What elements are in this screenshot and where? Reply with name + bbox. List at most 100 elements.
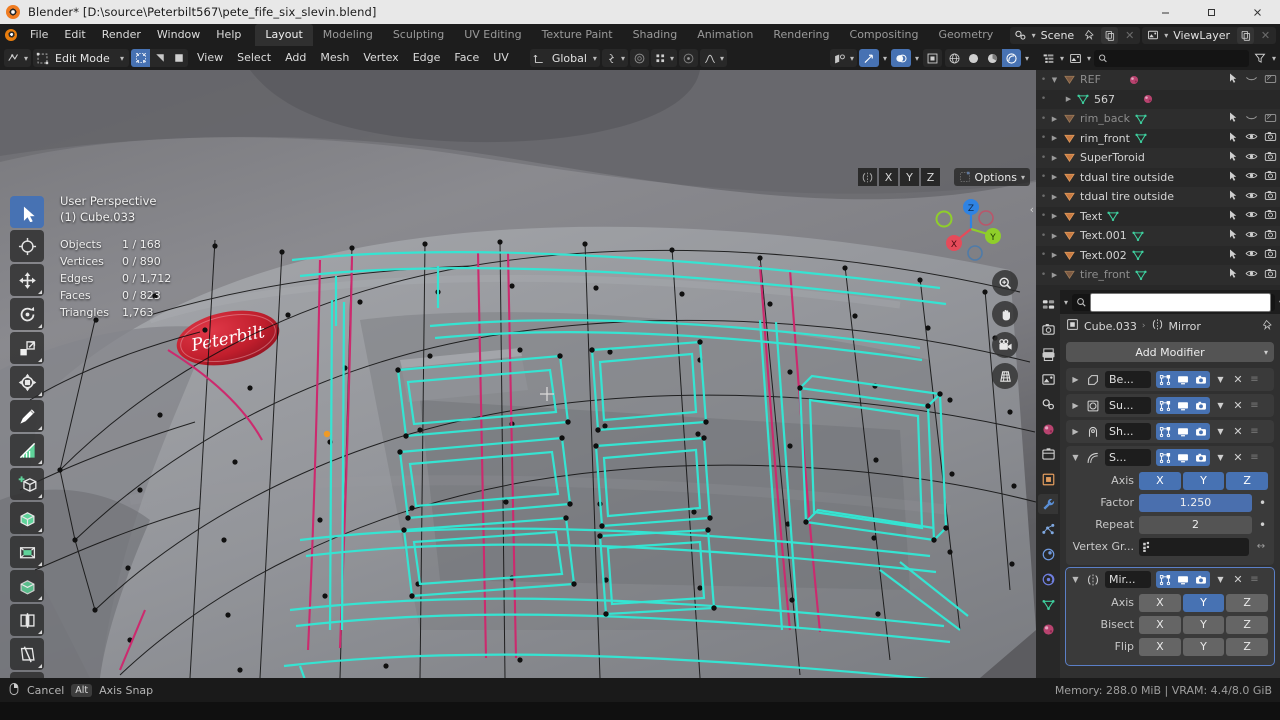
modifier-name-field[interactable]: Mir...: [1105, 571, 1151, 588]
particles-properties-icon[interactable]: [1038, 519, 1058, 539]
workspace-tab-modeling[interactable]: Modeling: [313, 24, 383, 46]
breadcrumb-object-name[interactable]: Cube.033: [1084, 320, 1137, 333]
modifier-drag-handle[interactable]: ≡: [1248, 426, 1261, 437]
hide-in-viewport-icon[interactable]: [1245, 130, 1258, 146]
tweak-tool[interactable]: [10, 196, 44, 228]
workspace-tab-layout[interactable]: Layout: [255, 24, 313, 46]
pivot-point-selector[interactable]: [678, 49, 698, 67]
hide-in-viewport-icon[interactable]: [1245, 111, 1258, 127]
modifier-drag-handle[interactable]: ≡: [1248, 400, 1261, 411]
disable-in-render-icon[interactable]: [1264, 228, 1277, 244]
selectable-toggle-icon[interactable]: [1227, 150, 1239, 165]
hide-in-viewport-icon[interactable]: [1245, 208, 1258, 224]
show-in-viewport-toggle[interactable]: [1174, 449, 1192, 466]
axis-axis-x-button[interactable]: X: [1139, 593, 1181, 612]
wireframe-shading-button[interactable]: [945, 49, 964, 67]
flip-axis-y-button[interactable]: Y: [1182, 637, 1225, 656]
material-badge-icon[interactable]: [1137, 93, 1159, 105]
outliner-tree[interactable]: • ▼ REF • ▶ 567 • ▶ rim_back • ▶ rim_front • ▶ SuperTo…: [1036, 70, 1280, 290]
invert-vertex-group-icon[interactable]: ↔: [1254, 541, 1268, 552]
outliner-search-input[interactable]: [1111, 52, 1245, 64]
mesh-data-icon[interactable]: [1127, 229, 1149, 243]
workspace-tab-sculpting[interactable]: Sculpting: [383, 24, 454, 46]
outliner-item-name[interactable]: REF: [1077, 73, 1101, 86]
scene-properties-icon[interactable]: [1038, 394, 1058, 414]
disable-in-render-icon[interactable]: [1264, 247, 1277, 263]
outliner-expand-arrow[interactable]: ▶: [1048, 134, 1061, 142]
proportional-edit-toggle[interactable]: [629, 49, 649, 67]
flip-axis-x-button[interactable]: X: [1139, 637, 1181, 656]
outliner-row[interactable]: • ▶ tdual tire outside: [1036, 168, 1280, 188]
overlays-toggle[interactable]: [890, 49, 911, 67]
material-properties-icon[interactable]: [1038, 619, 1058, 639]
viewport-menu-face[interactable]: Face: [447, 49, 486, 67]
poly-build-tool[interactable]: [10, 672, 44, 678]
modifier-extras-menu-icon[interactable]: ▼: [1213, 375, 1228, 384]
modifier-extras-menu-icon[interactable]: ▼: [1213, 401, 1228, 410]
viewport-menu-uv[interactable]: UV: [486, 49, 516, 67]
workspace-tab-texture-paint[interactable]: Texture Paint: [532, 24, 623, 46]
outliner-expand-arrow[interactable]: ▼: [1048, 76, 1061, 84]
snap-axis-z[interactable]: Z: [921, 168, 940, 186]
properties-search-box[interactable]: [1072, 292, 1276, 312]
viewport-menu-edge[interactable]: Edge: [406, 49, 448, 67]
remove-modifier-icon[interactable]: ✕: [1231, 399, 1245, 412]
mesh-data-icon[interactable]: [1102, 209, 1124, 223]
outliner-row[interactable]: • ▶ rim_front: [1036, 129, 1280, 149]
modifier-header[interactable]: ▼ Mir... ▼ ✕ ≡: [1066, 568, 1274, 591]
show-in-render-toggle[interactable]: [1192, 397, 1210, 414]
constraints-properties-icon[interactable]: [1038, 569, 1058, 589]
bevel-tool[interactable]: [10, 570, 44, 602]
physics-properties-icon[interactable]: [1038, 544, 1058, 564]
workspace-tab-uv-editing[interactable]: UV Editing: [454, 24, 531, 46]
proportional-falloff-selector[interactable]: ▾: [699, 49, 727, 67]
remove-modifier-icon[interactable]: ✕: [1231, 451, 1245, 464]
modifier-expand-arrow[interactable]: ▼: [1070, 453, 1081, 462]
modifier-name-field[interactable]: Su...: [1105, 397, 1151, 414]
outliner-search-box[interactable]: [1094, 49, 1249, 67]
minimize-button[interactable]: [1142, 0, 1188, 24]
extrude-region-tool[interactable]: [10, 502, 44, 534]
collection-properties-icon[interactable]: [1038, 444, 1058, 464]
add-modifier-button[interactable]: Add Modifier ▾: [1066, 342, 1274, 362]
modifier-extras-menu-icon[interactable]: ▼: [1213, 575, 1228, 584]
show-in-viewport-toggle[interactable]: [1174, 423, 1192, 440]
viewport-menu-vertex[interactable]: Vertex: [356, 49, 405, 67]
disable-in-render-icon[interactable]: [1264, 72, 1277, 88]
selectable-toggle-icon[interactable]: [1227, 248, 1239, 263]
data-properties-icon[interactable]: [1038, 594, 1058, 614]
disable-in-render-icon[interactable]: [1264, 169, 1277, 185]
workspace-tab-shading[interactable]: Shading: [623, 24, 688, 46]
maximize-button[interactable]: [1188, 0, 1234, 24]
navigation-gizmo[interactable]: Z Y X: [934, 192, 1008, 266]
xray-toggle[interactable]: [922, 49, 942, 67]
viewport-menu-add[interactable]: Add: [278, 49, 313, 67]
modifier-header[interactable]: ▶ Su... ▼ ✕ ≡: [1066, 394, 1274, 417]
show-in-viewport-toggle[interactable]: [1174, 397, 1192, 414]
axis-axis-x-button[interactable]: X: [1139, 471, 1181, 490]
axis-axis-y-button[interactable]: Y: [1182, 593, 1225, 612]
snap-axis-y[interactable]: Y: [900, 168, 919, 186]
outliner-editor-type-icon[interactable]: [1040, 50, 1057, 67]
outliner-row[interactable]: • ▶ 567: [1036, 90, 1280, 110]
remove-viewlayer-icon[interactable]: ✕: [1257, 27, 1274, 44]
object-properties-icon[interactable]: [1038, 469, 1058, 489]
scene-selector[interactable]: ▾ Scene ✕: [1009, 26, 1141, 44]
modifier-header[interactable]: ▼ S... ▼ ✕ ≡: [1066, 446, 1274, 469]
selectable-toggle-icon[interactable]: [1227, 72, 1239, 87]
workspace-tab-geometry[interactable]: Geometry: [928, 24, 1003, 46]
viewport-menu-view[interactable]: View: [190, 49, 230, 67]
toggle-perspective-button[interactable]: [992, 363, 1018, 389]
flip-axis-z-button[interactable]: Z: [1226, 637, 1269, 656]
scale-tool[interactable]: [10, 332, 44, 364]
modifier-drag-handle[interactable]: ≡: [1248, 574, 1261, 585]
show-in-edit-mode-toggle[interactable]: [1156, 571, 1174, 588]
bisect-axis-z-button[interactable]: Z: [1226, 615, 1269, 634]
solid-shading-button[interactable]: [964, 49, 983, 67]
show-in-render-toggle[interactable]: [1192, 571, 1210, 588]
show-in-viewport-toggle[interactable]: [1174, 571, 1192, 588]
modifier-expand-arrow[interactable]: ▼: [1070, 575, 1081, 584]
zoom-view-button[interactable]: [992, 270, 1018, 296]
outliner-item-name[interactable]: tdual tire outside: [1077, 171, 1174, 184]
rotate-tool[interactable]: [10, 298, 44, 330]
